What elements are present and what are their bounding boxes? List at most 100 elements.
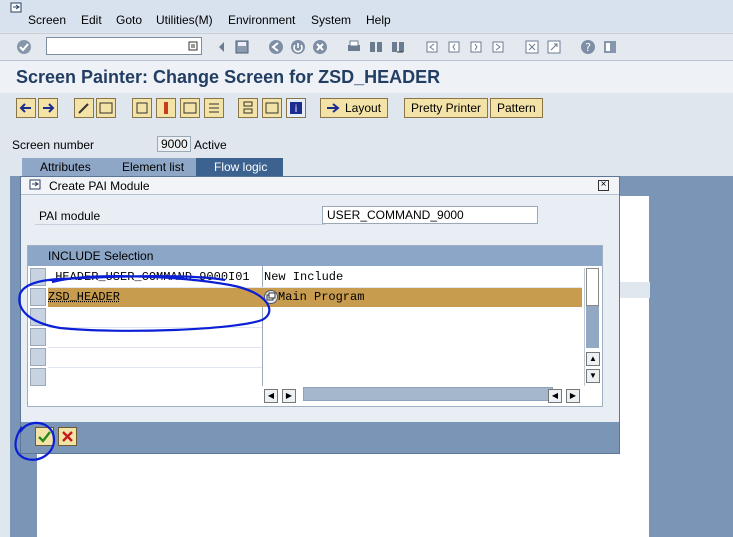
previous-page-icon[interactable] [446,39,462,55]
exit-icon[interactable] [290,39,306,55]
scroll-left-icon[interactable]: ◀ [264,389,278,403]
dialog-title: Create PAI Module [49,179,150,193]
table-row-name[interactable]: ZSD_HEADER [48,288,260,307]
command-field[interactable] [46,37,202,55]
menu-screen[interactable]: Screen [28,13,66,27]
last-page-icon[interactable] [490,39,506,55]
scroll-thumb[interactable] [586,268,599,306]
back-icon[interactable] [268,39,284,55]
tab-attributes-label: Attributes [40,160,91,174]
menu-environment[interactable]: Environment [228,13,295,27]
row-selector[interactable] [30,328,46,346]
hierarchy-icon [243,101,253,114]
pretty-printer-label: Pretty Printer [411,101,482,115]
scroll-down-icon[interactable]: ▼ [586,369,600,383]
find-icon[interactable] [368,39,384,55]
save-icon[interactable] [234,39,250,55]
test-button[interactable] [180,98,200,118]
include-selection-table: INCLUDE Selection _HEADER_USER_COMMAND_9… [27,245,603,407]
menu-edit[interactable]: Edit [81,13,102,27]
tab-attributes[interactable]: Attributes [22,158,108,177]
column-divider [262,266,263,386]
continue-button[interactable] [35,427,54,446]
scroll-right-icon[interactable]: ▶ [282,389,296,403]
pencil-icon [78,103,89,114]
arrow-right-icon [327,103,340,113]
row-selector[interactable] [30,368,46,386]
menu-goto[interactable]: Goto [116,13,142,27]
where-used-button[interactable] [204,98,224,118]
grid-line [48,347,262,348]
object-list-button[interactable] [238,98,258,118]
close-icon[interactable]: × [598,180,609,191]
title-bar: Screen Painter: Change Screen for ZSD_HE… [0,61,733,93]
help-icon[interactable]: ? [580,39,596,55]
check-button[interactable] [132,98,152,118]
tab-flow-logic[interactable]: Flow logic [196,158,283,177]
forward-arrow-button[interactable] [38,98,58,118]
menu-bar: Screen Edit Goto Utilities(M) Environmen… [0,0,733,32]
menu-system[interactable]: System [311,13,351,27]
cancel-icon[interactable] [312,39,328,55]
include-table-title: INCLUDE Selection [48,249,154,263]
new-session-icon[interactable] [524,39,540,55]
scroll-up-icon[interactable]: ▲ [586,352,600,366]
test-icon [183,102,197,114]
row-selector[interactable] [30,268,46,286]
table-row-desc: Main Program [278,290,365,304]
enter-icon[interactable] [16,39,32,55]
stack-icon [265,102,279,114]
pai-module-label: PAI module [39,209,101,223]
row-selector[interactable] [30,348,46,366]
table-row-name[interactable]: _HEADER_USER_COMMAND_9000I01 [48,268,260,287]
scroll-left-icon[interactable]: ◀ [548,389,562,403]
display-change-button[interactable] [74,98,94,118]
include-table-header: INCLUDE Selection [28,246,602,266]
svg-text:i: i [295,104,298,115]
customize-icon[interactable] [602,39,618,55]
activate-icon [99,102,113,114]
pattern-label: Pattern [497,101,536,115]
dialog-system-icon[interactable] [29,179,45,191]
information-button[interactable]: i [286,98,306,118]
shortcut-icon[interactable] [546,39,562,55]
grid-line [48,327,262,328]
cancel-button[interactable] [58,427,77,446]
row-selector[interactable] [30,308,46,326]
vertical-scrollbar[interactable]: ▲ ▼ [584,268,601,386]
page-title: Screen Painter: Change Screen for ZSD_HE… [16,67,441,87]
dialog-title-bar: Create PAI Module × [21,177,619,195]
first-page-icon[interactable] [424,39,440,55]
activate-button[interactable] [156,98,176,118]
screen-number-field: 9000 [157,136,191,152]
save-history-icon[interactable] [214,39,230,55]
system-menu-icon[interactable] [10,2,24,14]
command-history-icon[interactable] [188,41,198,51]
scroll-right-icon[interactable]: ▶ [566,389,580,403]
layout-button[interactable]: Layout [320,98,388,118]
row-selector[interactable] [30,288,46,306]
find-next-icon[interactable] [390,39,406,55]
standard-toolbar: ? [0,33,733,61]
back-arrow-button[interactable] [16,98,36,118]
tab-element-list[interactable]: Element list [104,158,200,177]
pai-module-input[interactable]: USER_COMMAND_9000 [322,206,538,224]
print-icon[interactable] [346,39,362,55]
screen-number-label: Screen number [12,138,95,152]
menu-utilities[interactable]: Utilities(M) [156,13,213,27]
print-list-button[interactable] [262,98,282,118]
pretty-printer-button[interactable]: Pretty Printer [404,98,489,118]
value-help-icon[interactable] [264,290,278,304]
menu-help[interactable]: Help [366,13,391,27]
info-icon: i [290,102,302,115]
where-used-icon [209,103,219,113]
pattern-button[interactable]: Pattern [490,98,543,118]
layout-label: Layout [345,101,382,115]
next-page-icon[interactable] [468,39,484,55]
arrow-left-icon [19,103,31,113]
horizontal-scrollbar[interactable] [303,387,553,401]
check-object-icon [136,102,148,114]
application-toolbar: i Layout Pretty Printer Pattern [0,95,733,123]
active-inactive-button[interactable] [96,98,116,118]
svg-text:?: ? [585,41,591,54]
